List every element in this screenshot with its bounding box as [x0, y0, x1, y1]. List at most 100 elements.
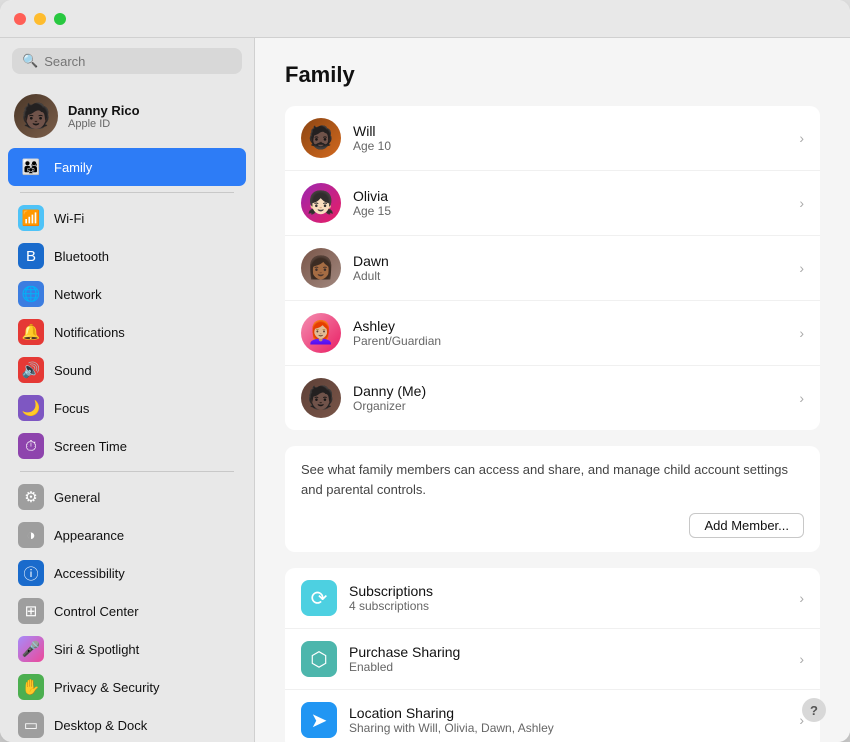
profile-name: Danny Rico	[68, 103, 140, 118]
general-icon: ⚙	[18, 484, 44, 510]
member-row[interactable]: 👩🏾 Dawn Adult ›	[285, 236, 820, 301]
sidebar-item-label: Bluetooth	[54, 249, 109, 264]
member-row[interactable]: 👧🏻 Olivia Age 15 ›	[285, 171, 820, 236]
controlcenter-icon: ⊞	[18, 598, 44, 624]
help-button[interactable]: ?	[802, 698, 826, 722]
sidebar-item-family[interactable]: 👨‍👩‍👧 Family	[8, 148, 246, 186]
member-avatar: 🧔🏿	[301, 118, 341, 158]
chevron-right-icon: ›	[799, 390, 804, 406]
network-icon: 🌐	[18, 281, 44, 307]
profile-row[interactable]: 🧑🏿 Danny Rico Apple ID	[0, 84, 254, 148]
chevron-right-icon: ›	[799, 130, 804, 146]
service-row-subscriptions[interactable]: ⟳ Subscriptions 4 subscriptions ›	[285, 568, 820, 629]
member-role: Adult	[353, 269, 787, 283]
sidebar-item-controlcenter[interactable]: ⊞ Control Center	[8, 592, 246, 630]
sidebar-item-bluetooth[interactable]: B Bluetooth	[8, 237, 246, 275]
sidebar-item-screentime[interactable]: ⏱ Screen Time	[8, 427, 246, 465]
member-name: Danny (Me)	[353, 383, 787, 399]
location_sharing-icon: ➤	[301, 702, 337, 738]
member-avatar: 👩🏼‍🦰	[301, 313, 341, 353]
member-info: Olivia Age 15	[353, 188, 787, 218]
chevron-right-icon: ›	[799, 260, 804, 276]
notifications-icon: 🔔	[18, 319, 44, 345]
description-text: See what family members can access and s…	[301, 460, 804, 499]
sidebar-item-wifi[interactable]: 📶 Wi-Fi	[8, 199, 246, 237]
avatar: 🧑🏿	[14, 94, 58, 138]
sidebar-item-focus[interactable]: 🌙 Focus	[8, 389, 246, 427]
appearance-icon: ◑	[18, 522, 44, 548]
sidebar: 🔍 🧑🏿 Danny Rico Apple ID 👨‍👩‍👧 Family 📶 …	[0, 38, 255, 742]
member-name: Olivia	[353, 188, 787, 204]
member-info: Ashley Parent/Guardian	[353, 318, 787, 348]
service-row-purchase_sharing[interactable]: ⬡ Purchase Sharing Enabled ›	[285, 629, 820, 690]
sidebar-item-label: Sound	[54, 363, 92, 378]
sidebar-item-general[interactable]: ⚙ General	[8, 478, 246, 516]
profile-emoji: 🧑🏿	[21, 102, 51, 131]
services-card: ⟳ Subscriptions 4 subscriptions › ⬡ Purc…	[285, 568, 820, 742]
sidebar-item-label: Privacy & Security	[54, 680, 159, 695]
sidebar-item-siri[interactable]: 🎤 Siri & Spotlight	[8, 630, 246, 668]
member-avatar: 🧑🏿	[301, 378, 341, 418]
window: 🔍 🧑🏿 Danny Rico Apple ID 👨‍👩‍👧 Family 📶 …	[0, 0, 850, 742]
member-avatar: 👩🏾	[301, 248, 341, 288]
desktopdock-icon: ▭	[18, 712, 44, 738]
family-icon: 👨‍👩‍👧	[18, 154, 44, 180]
member-role: Age 10	[353, 139, 787, 153]
sidebar-item-notifications[interactable]: 🔔 Notifications	[8, 313, 246, 351]
page-title: Family	[285, 62, 820, 88]
service-info: Location Sharing Sharing with Will, Oliv…	[349, 705, 787, 735]
search-bar[interactable]: 🔍	[12, 48, 242, 74]
search-input[interactable]	[44, 54, 232, 69]
description-box: See what family members can access and s…	[285, 446, 820, 552]
subscriptions-icon: ⟳	[301, 580, 337, 616]
sidebar-item-desktopdock[interactable]: ▭ Desktop & Dock	[8, 706, 246, 742]
maximize-button[interactable]	[54, 13, 66, 25]
member-row[interactable]: 👩🏼‍🦰 Ashley Parent/Guardian ›	[285, 301, 820, 366]
chevron-right-icon: ›	[799, 651, 804, 667]
sidebar-item-label: General	[54, 490, 100, 505]
sidebar-item-label: Control Center	[54, 604, 139, 619]
close-button[interactable]	[14, 13, 26, 25]
sidebar-divider-1	[20, 192, 234, 193]
sidebar-item-privacy[interactable]: ✋ Privacy & Security	[8, 668, 246, 706]
profile-info: Danny Rico Apple ID	[68, 103, 140, 130]
service-sub: Enabled	[349, 660, 787, 674]
member-info: Danny (Me) Organizer	[353, 383, 787, 413]
service-sub: 4 subscriptions	[349, 599, 787, 613]
member-info: Will Age 10	[353, 123, 787, 153]
search-icon: 🔍	[22, 53, 38, 69]
main-content: Family 🧔🏿 Will Age 10 › 👧🏻 Olivia Age 15…	[255, 38, 850, 742]
sidebar-item-accessibility[interactable]: ⓘ Accessibility	[8, 554, 246, 592]
sidebar-item-sound[interactable]: 🔊 Sound	[8, 351, 246, 389]
screentime-icon: ⏱	[18, 433, 44, 459]
focus-icon: 🌙	[18, 395, 44, 421]
member-role: Parent/Guardian	[353, 334, 787, 348]
main-wrapper: Family 🧔🏿 Will Age 10 › 👧🏻 Olivia Age 15…	[255, 38, 850, 742]
bluetooth-icon: B	[18, 243, 44, 269]
purchase_sharing-icon: ⬡	[301, 641, 337, 677]
add-member-button[interactable]: Add Member...	[689, 513, 804, 538]
sidebar-item-label: Siri & Spotlight	[54, 642, 139, 657]
member-role: Age 15	[353, 204, 787, 218]
sidebar-item-appearance[interactable]: ◑ Appearance	[8, 516, 246, 554]
members-card: 🧔🏿 Will Age 10 › 👧🏻 Olivia Age 15 › 👩🏾 D…	[285, 106, 820, 430]
service-name: Purchase Sharing	[349, 644, 787, 660]
minimize-button[interactable]	[34, 13, 46, 25]
sidebar-item-label: Appearance	[54, 528, 124, 543]
titlebar	[0, 0, 850, 38]
service-row-location_sharing[interactable]: ➤ Location Sharing Sharing with Will, Ol…	[285, 690, 820, 742]
service-name: Subscriptions	[349, 583, 787, 599]
sidebar-item-label: Desktop & Dock	[54, 718, 147, 733]
sidebar-item-label: Family	[54, 160, 92, 175]
member-row[interactable]: 🧑🏿 Danny (Me) Organizer ›	[285, 366, 820, 430]
sidebar-section: 👨‍👩‍👧 Family 📶 Wi-Fi B Bluetooth 🌐 Netwo…	[0, 148, 254, 742]
privacy-icon: ✋	[18, 674, 44, 700]
sidebar-item-label: Network	[54, 287, 102, 302]
chevron-right-icon: ›	[799, 195, 804, 211]
sidebar-item-network[interactable]: 🌐 Network	[8, 275, 246, 313]
member-row[interactable]: 🧔🏿 Will Age 10 ›	[285, 106, 820, 171]
sidebar-item-label: Accessibility	[54, 566, 125, 581]
member-info: Dawn Adult	[353, 253, 787, 283]
sound-icon: 🔊	[18, 357, 44, 383]
profile-subtitle: Apple ID	[68, 118, 140, 130]
